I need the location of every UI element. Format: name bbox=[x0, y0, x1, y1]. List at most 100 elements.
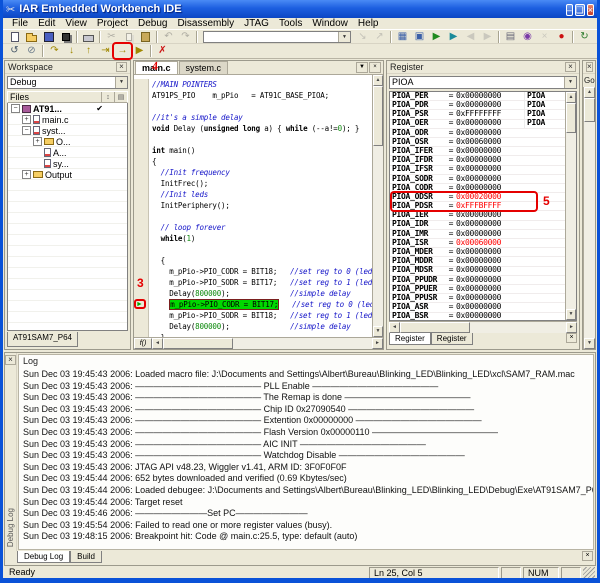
run-to-cursor-button[interactable]: → bbox=[114, 44, 131, 58]
collapse-icon[interactable]: − bbox=[11, 104, 20, 113]
editor-gutter[interactable]: ►3 bbox=[134, 299, 149, 310]
scroll-right-icon[interactable]: ► bbox=[566, 322, 577, 333]
step-out-button[interactable]: ↑ bbox=[80, 44, 97, 58]
files-tree[interactable]: −AT91...✔+main.c−syst...+O...A...sy...+O… bbox=[7, 103, 128, 331]
chevron-down-icon[interactable]: ▼ bbox=[338, 32, 350, 42]
code-line[interactable] bbox=[134, 134, 372, 145]
find-combo[interactable]: ▼ bbox=[203, 31, 351, 43]
editor-gutter[interactable] bbox=[134, 255, 149, 266]
go-debug-button[interactable]: ▶ bbox=[131, 44, 148, 58]
menu-tools[interactable]: Tools bbox=[274, 18, 307, 29]
chevron-down-icon[interactable]: ▼ bbox=[115, 77, 127, 88]
register-tabs-close-icon[interactable]: × bbox=[566, 333, 577, 343]
log-tabs-close-icon[interactable]: × bbox=[582, 551, 593, 561]
make-button[interactable]: ▦ bbox=[394, 30, 411, 44]
chevron-down-icon[interactable]: ▼ bbox=[564, 77, 576, 88]
title-bar[interactable]: ✂ IAR Embedded Workbench IDE –❑× bbox=[3, 0, 597, 18]
editor-gutter[interactable] bbox=[134, 178, 149, 189]
scroll-right-icon[interactable]: ► bbox=[372, 338, 383, 349]
scroll-thumb[interactable] bbox=[584, 98, 595, 122]
open-file-button[interactable] bbox=[23, 30, 40, 44]
editor-gutter[interactable] bbox=[134, 321, 149, 332]
scroll-thumb[interactable] bbox=[400, 322, 470, 333]
tree-item-output[interactable]: +Output bbox=[8, 169, 127, 180]
find-combo-value[interactable] bbox=[204, 32, 338, 42]
minimize-button[interactable]: – bbox=[566, 4, 573, 16]
code-line[interactable] bbox=[134, 101, 372, 112]
break-button[interactable]: ⊘ bbox=[23, 44, 40, 58]
log-content[interactable]: Log Sun Dec 03 19:45:43 2006: Loaded mac… bbox=[18, 354, 594, 550]
register-row-pioa-bsr[interactable]: PIOA_BSR=0x00000000 bbox=[390, 313, 565, 321]
scroll-down-icon[interactable]: ▼ bbox=[584, 338, 595, 349]
scroll-down-icon[interactable]: ▼ bbox=[373, 326, 383, 337]
breakpoint-button[interactable]: ● bbox=[553, 30, 570, 44]
register-horizontal-scrollbar[interactable]: ◄ ► bbox=[389, 321, 577, 333]
menu-jtag[interactable]: JTAG bbox=[239, 18, 274, 29]
configuration-select[interactable]: Debug ▼ bbox=[7, 76, 128, 89]
scroll-left-icon[interactable]: ◄ bbox=[152, 338, 163, 349]
disassembly-scrollbar[interactable]: ▲ ▼ bbox=[583, 87, 595, 349]
editor-vertical-scrollbar[interactable]: ▲ ▼ bbox=[372, 75, 383, 337]
workspace-close-icon[interactable]: × bbox=[116, 62, 127, 72]
editor-gutter[interactable] bbox=[134, 123, 149, 134]
expand-icon[interactable]: + bbox=[22, 115, 31, 124]
code-line[interactable]: InitPeriphery(); bbox=[134, 200, 372, 211]
collapse-icon[interactable]: − bbox=[22, 126, 31, 135]
tree-item-o[interactable]: +O... bbox=[8, 136, 127, 147]
register-vertical-scrollbar[interactable]: ▲ ▼ bbox=[565, 92, 576, 320]
options-column-icon[interactable]: ▤ bbox=[114, 92, 127, 102]
disassembly-close-icon[interactable]: × bbox=[586, 62, 593, 72]
editor-gutter[interactable] bbox=[134, 244, 149, 255]
menu-window[interactable]: Window bbox=[307, 18, 353, 29]
editor-gutter[interactable] bbox=[134, 310, 149, 321]
tree-item-sy[interactable]: sy... bbox=[8, 158, 127, 169]
new-group-button[interactable]: ▤ bbox=[502, 30, 519, 44]
download-and-debug-button[interactable]: ↻ bbox=[576, 30, 593, 44]
tree-item-syst[interactable]: −syst... bbox=[8, 125, 127, 136]
document-close-icon[interactable]: × bbox=[369, 62, 381, 73]
new-document-button[interactable] bbox=[6, 30, 23, 44]
scroll-thumb[interactable] bbox=[163, 338, 233, 349]
editor-gutter[interactable] bbox=[134, 167, 149, 178]
code-line[interactable]: while(1) bbox=[134, 233, 372, 244]
scroll-thumb[interactable] bbox=[373, 86, 383, 146]
resize-grip[interactable] bbox=[583, 567, 595, 579]
maximize-button[interactable]: ❑ bbox=[575, 4, 585, 16]
code-line[interactable]: int main() bbox=[134, 145, 372, 156]
document-list-icon[interactable]: ▼ bbox=[356, 62, 368, 73]
scroll-down-icon[interactable]: ▼ bbox=[566, 309, 576, 320]
next-statement-button[interactable]: ⇥ bbox=[97, 44, 114, 58]
register-close-icon[interactable]: × bbox=[565, 62, 576, 72]
scroll-left-icon[interactable]: ◄ bbox=[389, 322, 400, 333]
menu-debug[interactable]: Debug bbox=[133, 18, 172, 29]
code-line[interactable]: Delay(800000); //simple delay bbox=[134, 288, 372, 299]
code-line[interactable]: { bbox=[134, 255, 372, 266]
log-tab-debug-log[interactable]: Debug Log bbox=[17, 551, 70, 563]
editor-horizontal-scrollbar[interactable]: ◄ ► bbox=[152, 338, 383, 349]
editor-gutter[interactable] bbox=[134, 134, 149, 145]
jtag-connection-button[interactable]: ◉ bbox=[519, 30, 536, 44]
step-over-button[interactable]: ↷ bbox=[46, 44, 63, 58]
code-line[interactable]: //Init leds bbox=[134, 189, 372, 200]
editor-gutter[interactable] bbox=[134, 90, 149, 101]
sort-column-icon[interactable]: ↕ bbox=[101, 92, 114, 102]
editor-gutter[interactable] bbox=[134, 79, 149, 90]
step-into-button[interactable]: ↓ bbox=[63, 44, 80, 58]
close-button[interactable]: × bbox=[587, 4, 594, 16]
menu-edit[interactable]: Edit bbox=[33, 18, 60, 29]
editor-gutter[interactable] bbox=[134, 222, 149, 233]
menu-file[interactable]: File bbox=[7, 18, 33, 29]
code-line[interactable] bbox=[134, 211, 372, 222]
editor-gutter[interactable] bbox=[134, 145, 149, 156]
files-header[interactable]: Files ↕ ▤ bbox=[7, 91, 128, 103]
editor-tab-system-c[interactable]: system.c bbox=[179, 61, 229, 74]
log-close-icon[interactable]: × bbox=[5, 355, 16, 365]
editor-gutter[interactable] bbox=[134, 101, 149, 112]
menu-help[interactable]: Help bbox=[353, 18, 384, 29]
workspace-project-tab[interactable]: AT91SAM7_P64 bbox=[7, 332, 78, 347]
tree-item-at91[interactable]: −AT91...✔ bbox=[8, 103, 127, 114]
tree-item-a[interactable]: A... bbox=[8, 147, 127, 158]
debug-button[interactable]: ▶ bbox=[445, 30, 462, 44]
scroll-thumb[interactable] bbox=[566, 103, 576, 133]
reset-button[interactable]: ↺ bbox=[6, 44, 23, 58]
